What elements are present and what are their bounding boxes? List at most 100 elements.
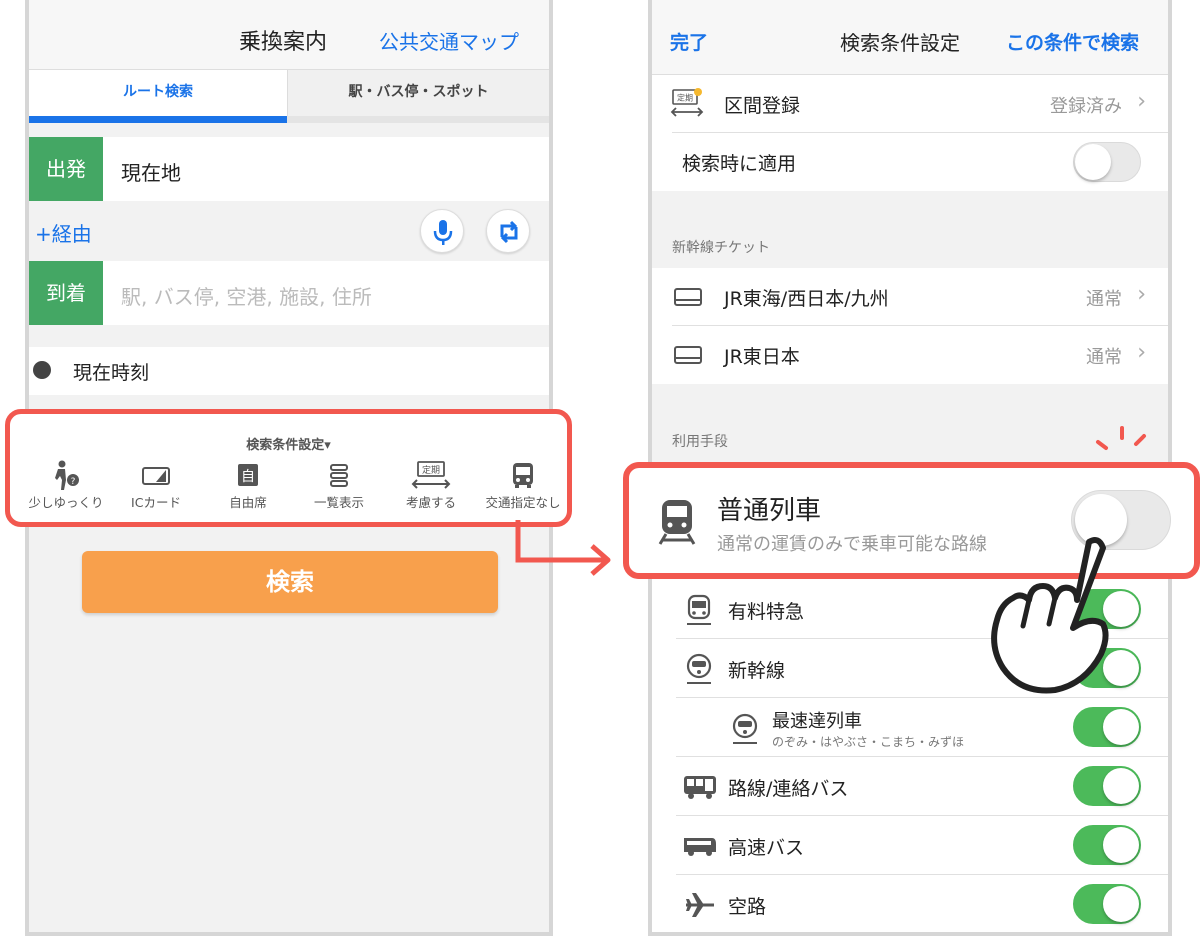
commuter-pass-icon: 定期 (385, 458, 477, 492)
apply-toggle[interactable] (1073, 142, 1141, 182)
chevron-right-icon: › (1137, 340, 1146, 365)
tab-indicator (29, 116, 287, 123)
apply-on-search-row: 検索時に適用 (652, 133, 1168, 191)
ticket-row-jr-east[interactable]: JR東日本 通常 › (652, 326, 1168, 384)
toggle-knob (1103, 827, 1139, 863)
ticket-value: 通常 (1086, 289, 1122, 310)
mode-row-fastest-train: 最速達列車 のぞみ・はやぶさ・こまち・みずほ (652, 698, 1168, 757)
swap-button[interactable] (486, 209, 530, 253)
option-label: 一覧表示 (313, 495, 364, 510)
commuter-section: 定期 区間登録 登録済み › 検索時に適用 (652, 75, 1168, 191)
ticket-label: JR東日本 (724, 346, 800, 368)
transit-map-link[interactable]: 公共交通マップ (379, 26, 519, 55)
mode-label: 路線/連絡バス (728, 778, 849, 800)
ticket-card-icon (674, 288, 702, 306)
highway-bus-icon (682, 834, 718, 862)
time-value: 現在時刻 (73, 362, 150, 384)
tab-route-search[interactable]: ルート検索 (29, 70, 287, 116)
option-seat[interactable]: 自 自由席 (202, 458, 294, 511)
toggle-knob (1103, 709, 1139, 745)
regular-train-title: 普通列車 (717, 496, 822, 526)
option-list-view[interactable]: 一覧表示 (293, 458, 385, 511)
train-icon (657, 496, 697, 552)
swap-icon (500, 220, 518, 244)
svg-text:定期: 定期 (677, 93, 693, 103)
highway-bus-toggle[interactable] (1073, 825, 1141, 865)
connector-arrow (515, 520, 611, 576)
fastest-train-toggle[interactable] (1073, 707, 1141, 747)
shinkansen-icon (730, 713, 760, 749)
list-icon (293, 458, 385, 492)
toggle-knob (1075, 144, 1111, 180)
shinkansen-icon (684, 653, 714, 689)
toggle-knob (1103, 768, 1139, 804)
mode-label: 高速バス (728, 837, 805, 859)
departure-value: 現在地 (121, 161, 181, 185)
search-options-panel[interactable]: 検索条件設定▾ ? 少しゆっくり ICカード 自 自由席 一覧表示 定期 考慮す… (5, 409, 572, 527)
mode-label: 最速達列車 (772, 711, 862, 732)
arrival-tag: 到着 (29, 261, 103, 325)
mode-label: 空路 (728, 896, 767, 918)
option-commuter-pass[interactable]: 定期 考慮する (385, 458, 477, 511)
tap-sparkle-icon (1096, 426, 1146, 450)
bus-icon (477, 458, 569, 492)
svg-text:自: 自 (241, 469, 255, 485)
svg-text:定期: 定期 (422, 464, 440, 476)
commuter-pass-icon: 定期 (670, 87, 706, 123)
commuter-label: 区間登録 (724, 95, 801, 117)
mode-sublabel: のぞみ・はやぶさ・こまち・みずほ (772, 735, 965, 749)
air-toggle[interactable] (1073, 884, 1141, 924)
search-options-title[interactable]: 検索条件設定▾ (10, 434, 567, 453)
apply-label: 検索時に適用 (682, 153, 797, 175)
train-icon (684, 594, 714, 630)
pointing-hand-icon (991, 537, 1109, 694)
ticket-value: 通常 (1086, 347, 1122, 368)
mode-row-bus: 路線/連絡バス (652, 757, 1168, 816)
done-button[interactable]: 完了 (670, 28, 708, 55)
svg-text:?: ? (71, 477, 76, 487)
add-via-button[interactable]: +経由 (35, 218, 92, 247)
option-transport-mode[interactable]: 交通指定なし (477, 458, 569, 511)
time-selector[interactable]: 現在時刻 (29, 347, 549, 395)
ticket-card-icon (674, 346, 702, 364)
option-ic-card[interactable]: ICカード (110, 458, 202, 511)
microphone-icon (433, 220, 453, 245)
mode-row-air: 空路 (652, 875, 1168, 932)
toggle-knob (1103, 886, 1139, 922)
chevron-right-icon: › (1137, 89, 1146, 114)
commuter-registration-row[interactable]: 定期 区間登録 登録済み › (652, 75, 1168, 133)
search-button[interactable]: 検索 (82, 551, 498, 613)
page-title: 乗換案内 (239, 30, 328, 55)
search-with-conditions-button[interactable]: この条件で検索 (1006, 28, 1139, 55)
navigation-bar: 乗換案内 公共交通マップ (29, 0, 549, 70)
departure-field[interactable]: 出発 現在地 (29, 137, 549, 201)
option-label: ICカード (131, 495, 181, 510)
tab-station-spot[interactable]: 駅・バス停・スポット (287, 70, 549, 116)
option-label: 自由席 (229, 495, 267, 510)
commuter-value: 登録済み (1050, 96, 1122, 117)
option-label: 交通指定なし (485, 495, 561, 510)
airplane-icon (684, 891, 716, 923)
mode-row-highway-bus: 高速バス (652, 816, 1168, 875)
clock-icon (33, 361, 51, 379)
ticket-label: JR東海/西日本/九州 (724, 288, 889, 310)
mode-label: 有料特急 (728, 601, 805, 623)
transport-section-header: 利用手段 (672, 434, 728, 450)
bus-icon (682, 773, 718, 805)
shinkansen-ticket-section: JR東海/西日本/九州 通常 › JR東日本 通常 › (652, 268, 1168, 384)
navigation-bar: 完了 検索条件設定 この条件で検索 (652, 0, 1168, 75)
mode-label: 新幹線 (728, 660, 786, 682)
voice-input-button[interactable] (420, 209, 464, 253)
departure-tag: 出発 (29, 137, 103, 201)
option-label: 考慮する (405, 495, 456, 510)
option-label: 少しゆっくり (28, 495, 104, 510)
chevron-right-icon: › (1137, 282, 1146, 307)
arrival-field[interactable]: 到着 駅, バス停, 空港, 施設, 住所 (29, 261, 549, 325)
ic-card-icon (110, 458, 202, 492)
bus-toggle[interactable] (1073, 766, 1141, 806)
seat-icon: 自 (202, 458, 294, 492)
shinkansen-section-header: 新幹線チケット (672, 240, 770, 256)
ticket-row-jr-central[interactable]: JR東海/西日本/九州 通常 › (652, 268, 1168, 326)
walker-icon: ? (20, 458, 112, 492)
option-walk-speed[interactable]: ? 少しゆっくり (20, 458, 112, 511)
